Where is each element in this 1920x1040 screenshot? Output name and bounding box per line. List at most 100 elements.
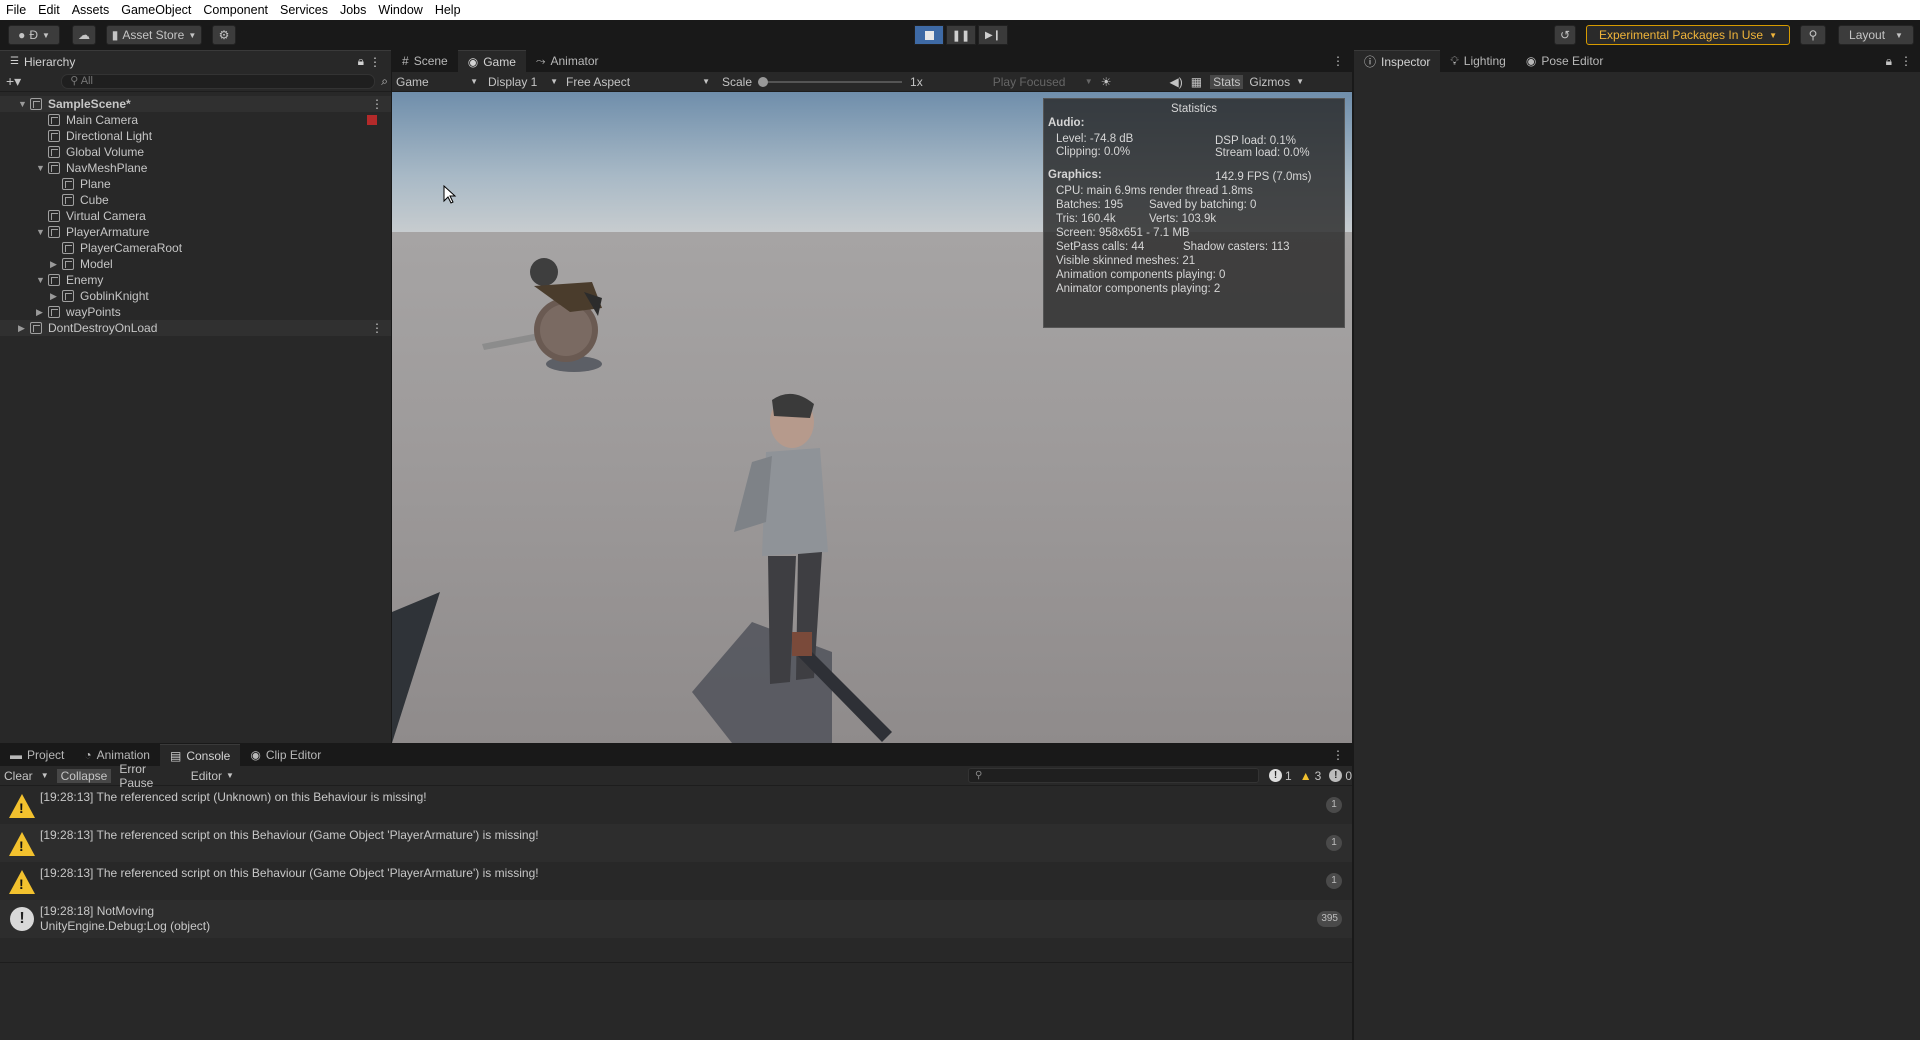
menu-jobs[interactable]: Jobs <box>334 0 372 20</box>
account-button[interactable]: ● Ð ▼ <box>8 25 60 45</box>
menu-file[interactable]: File <box>0 0 32 20</box>
menu-gameobject[interactable]: GameObject <box>115 0 197 20</box>
error-count-toggle[interactable]: ! 0 <box>1329 769 1352 783</box>
chevron-down-icon: ▼ <box>1084 77 1093 86</box>
tab-project[interactable]: ▬ Project <box>0 744 74 766</box>
collapse-arrow-icon[interactable]: ▶ <box>50 256 60 272</box>
collapse-arrow-icon[interactable]: ▶ <box>36 304 46 320</box>
hierarchy-item[interactable]: PlayerCameraRoot <box>0 240 391 256</box>
hierarchy-item[interactable]: Cube <box>0 192 391 208</box>
hierarchy-search-input[interactable]: ⚲ All <box>61 74 376 89</box>
hierarchy-item[interactable]: Virtual Camera <box>0 208 391 224</box>
tab-clip-editor[interactable]: ◉ Clip Editor <box>240 744 331 766</box>
chevron-down-icon: ▼ <box>1769 30 1777 40</box>
collapse-arrow-icon[interactable]: ▶ <box>18 320 28 336</box>
console-log-entry[interactable]: ! [19:28:18] NotMoving UnityEngine.Debug:L… <box>0 900 1352 938</box>
console-search-input[interactable]: ⚲ <box>967 768 1260 783</box>
tab-lighting[interactable]: 💡︎ Lighting <box>1440 50 1515 72</box>
warning-count-toggle[interactable]: ▲ 3 <box>1300 769 1322 783</box>
hierarchy-item[interactable]: ▼ SampleScene* ⋮ <box>0 96 391 112</box>
console-log-entry[interactable]: ! [19:28:13] The referenced script (Unkno… <box>0 786 1352 824</box>
expand-arrow-icon[interactable]: ▼ <box>36 272 46 288</box>
add-button[interactable]: +▾ <box>6 73 21 90</box>
tab-pose-editor[interactable]: ◉ Pose Editor <box>1516 50 1614 72</box>
experimental-packages-button[interactable]: Experimental Packages In Use ▼ <box>1586 25 1790 45</box>
hierarchy-item[interactable]: Global Volume <box>0 144 391 160</box>
asset-store-button[interactable]: ▮ Asset Store ▼ <box>106 25 202 45</box>
experimental-label: Experimental Packages In Use <box>1598 28 1764 42</box>
clear-button[interactable]: Clear ▼ <box>0 769 53 783</box>
layout-dropdown[interactable]: Layout ▼ <box>1838 25 1914 45</box>
more-icon[interactable]: ⋮ <box>1892 54 1920 68</box>
more-icon[interactable]: ⋮ <box>371 320 383 336</box>
hierarchy-item[interactable]: Plane <box>0 176 391 192</box>
search-icon: ⚲ <box>974 770 983 781</box>
menu-window[interactable]: Window <box>372 0 428 20</box>
expand-arrow-icon[interactable]: ▼ <box>36 160 46 176</box>
hierarchy-item[interactable]: ▼ Enemy <box>0 272 391 288</box>
expand-arrow-icon[interactable]: ▼ <box>36 224 46 240</box>
more-icon[interactable]: ⋮ <box>369 55 381 69</box>
hierarchy-item[interactable]: Main Camera <box>0 112 391 128</box>
history-button[interactable]: ↺ <box>1554 25 1576 45</box>
game-canvas[interactable]: Statistics Audio: Level: -74.8 dB Clippi… <box>392 92 1352 743</box>
aspect-label: Free Aspect <box>566 74 631 89</box>
tab-game[interactable]: ◉ Game <box>457 50 526 72</box>
menu-assets[interactable]: Assets <box>66 0 116 20</box>
log-count-badge: 1 <box>1326 873 1342 889</box>
console-log-entry[interactable]: ! [19:28:13] The referenced script on thi… <box>0 862 1352 900</box>
hierarchy-item[interactable]: ▼ NavMeshPlane <box>0 160 391 176</box>
graphics-shadow: Shadow casters: 113 <box>1183 241 1290 253</box>
game-mode-dropdown[interactable]: Game ▼ <box>392 75 478 89</box>
collapse-arrow-icon[interactable]: ▶ <box>50 288 60 304</box>
search-button[interactable]: ⚲ <box>1800 25 1826 45</box>
chevron-down-icon: ▼ <box>702 77 710 86</box>
play-button[interactable] <box>914 25 944 45</box>
search-filter-icon[interactable]: ⌕ <box>381 74 388 89</box>
settings-button[interactable]: ⚙ <box>212 25 236 45</box>
tab-scene[interactable]: # Scene <box>392 50 458 72</box>
editor-dropdown[interactable]: Editor ▼ <box>187 769 238 783</box>
statistics-overlay: Statistics Audio: Level: -74.8 dB Clippi… <box>1043 98 1345 328</box>
lock-icon[interactable]: 🔒︎ <box>358 54 364 69</box>
chevron-down-icon: ▼ <box>188 30 197 40</box>
cloud-button[interactable]: ☁ <box>72 25 96 45</box>
chevron-down-icon[interactable]: ▼ <box>1296 77 1304 86</box>
tab-animation-label: Animation <box>96 748 150 762</box>
bug-icon[interactable]: ☀ <box>1101 75 1112 89</box>
menu-edit[interactable]: Edit <box>32 0 66 20</box>
step-button[interactable]: ▶❙ <box>978 25 1008 45</box>
collapse-toggle[interactable]: Collapse <box>56 768 112 783</box>
info-count-toggle[interactable]: ! 1 <box>1269 769 1292 783</box>
gizmos-toggle[interactable]: Gizmos <box>1249 75 1290 89</box>
scale-slider[interactable] <box>758 75 903 89</box>
account-icon: ● <box>18 28 26 42</box>
more-icon[interactable]: ⋮ <box>371 96 383 112</box>
more-icon[interactable]: ⋮ <box>1332 748 1352 762</box>
calculator-icon[interactable]: ▦ <box>1191 75 1202 89</box>
menu-component[interactable]: Component <box>197 0 274 20</box>
hierarchy-item[interactable]: ▶ GoblinKnight <box>0 288 391 304</box>
hierarchy-item[interactable]: ▼ PlayerArmature <box>0 224 391 240</box>
menu-services[interactable]: Services <box>274 0 334 20</box>
menu-help[interactable]: Help <box>429 0 467 20</box>
hierarchy-item[interactable]: Directional Light <box>0 128 391 144</box>
display-dropdown[interactable]: Display 1 ▼ <box>478 75 558 89</box>
more-icon[interactable]: ⋮ <box>1332 54 1352 68</box>
tab-animator[interactable]: ⤳ Animator <box>526 50 609 72</box>
error-small-icon: ! <box>1329 769 1343 782</box>
expand-arrow-icon[interactable]: ▼ <box>18 96 28 112</box>
hierarchy-item[interactable]: ▶ DontDestroyOnLoad ⋮ <box>0 320 391 336</box>
scale-slider-thumb[interactable] <box>758 76 769 87</box>
play-focused-dropdown[interactable]: Play Focused ▼ <box>993 75 1093 89</box>
hierarchy-item[interactable]: ▶ Model <box>0 256 391 272</box>
hierarchy-item[interactable]: ▶ wayPoints <box>0 304 391 320</box>
aspect-dropdown[interactable]: Free Aspect ▼ <box>558 75 710 89</box>
pause-button[interactable]: ❚❚ <box>946 25 976 45</box>
tab-inspector[interactable]: ⓘ Inspector <box>1354 50 1441 72</box>
console-log-entry[interactable]: ! [19:28:13] The referenced script on thi… <box>0 824 1352 862</box>
tab-hierarchy[interactable]: ☰ Hierarchy 🔒︎ ⋮ <box>0 50 391 72</box>
mute-audio-icon[interactable]: ◀) <box>1169 75 1182 89</box>
chevron-down-icon: ▼ <box>40 771 49 780</box>
stats-toggle[interactable]: Stats <box>1210 74 1244 89</box>
